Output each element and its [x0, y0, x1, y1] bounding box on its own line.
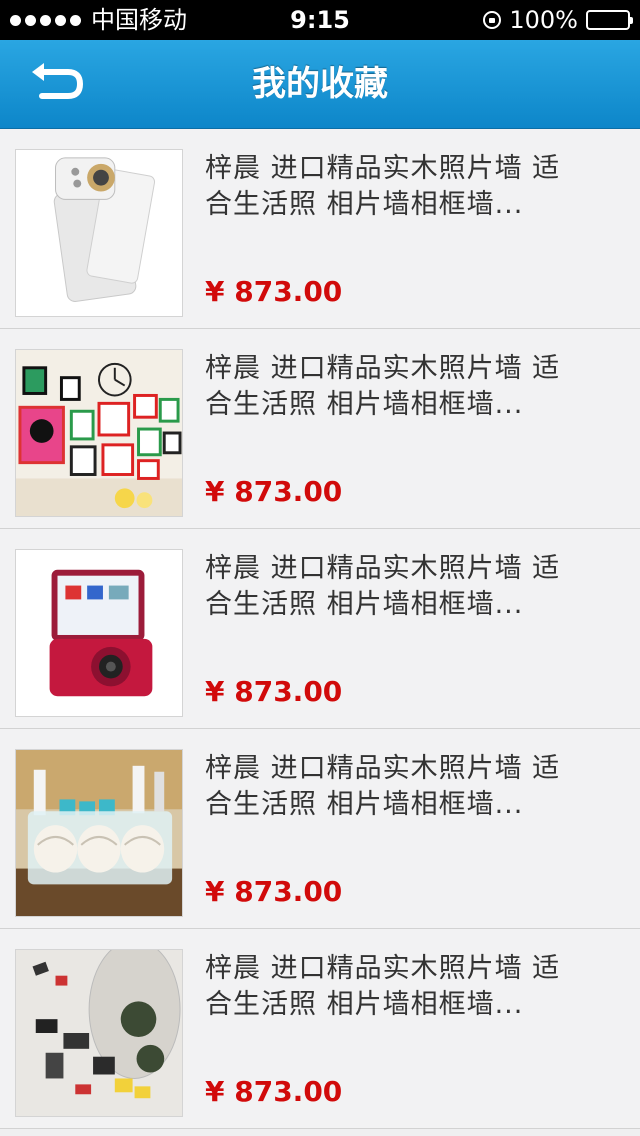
list-item[interactable]: 梓晨 进口精品实木照片墙 适 合生活照 相片墙相框墙... ¥ 873.00	[0, 729, 640, 929]
product-image	[15, 149, 183, 317]
rotation-lock-icon	[483, 11, 502, 29]
product-name: 梓晨 进口精品实木照片墙 适 合生活照 相片墙相框墙...	[205, 753, 561, 820]
product-image	[15, 349, 183, 517]
list-item[interactable]: 梓晨 进口精品实木照片墙 适 合生活照 相片墙相框墙... ¥ 873.00	[0, 929, 640, 1129]
list-item[interactable]: 梓晨 进口精品实木照片墙 适 合生活照 相片墙相框墙... ¥ 873.00	[0, 329, 640, 529]
product-image	[15, 749, 183, 917]
product-price: ¥ 873.00	[205, 475, 343, 508]
product-name: 梓晨 进口精品实木照片墙 适 合生活照 相片墙相框墙...	[205, 353, 561, 420]
list-item[interactable]: 梓晨 进口精品实木照片墙 适 合生活照 相片墙相框墙... ¥ 873.00	[0, 529, 640, 729]
list-item[interactable]: 梓晨 进口精品实木照片墙 适 合生活照 相片墙相框墙... ¥ 873.00	[0, 129, 640, 329]
battery-icon	[586, 10, 633, 30]
product-image	[15, 949, 183, 1117]
battery-percent: 100%	[509, 6, 578, 34]
product-price: ¥ 873.00	[205, 1075, 343, 1108]
product-name: 梓晨 进口精品实木照片墙 适 合生活照 相片墙相框墙...	[205, 553, 561, 620]
nav-bar: 我的收藏	[0, 40, 640, 129]
product-name: 梓晨 进口精品实木照片墙 适 合生活照 相片墙相框墙...	[205, 153, 561, 220]
product-price: ¥ 873.00	[205, 275, 343, 308]
product-price: ¥ 873.00	[205, 875, 343, 908]
status-right: 100%	[483, 0, 633, 40]
favorites-list: 梓晨 进口精品实木照片墙 适 合生活照 相片墙相框墙... ¥ 873.00 梓…	[0, 129, 640, 1129]
product-name: 梓晨 进口精品实木照片墙 适 合生活照 相片墙相框墙...	[205, 953, 561, 1020]
product-price: ¥ 873.00	[205, 675, 343, 708]
product-image	[15, 549, 183, 717]
page-title: 我的收藏	[252, 64, 388, 104]
status-bar: 中国移动 9:15 100%	[0, 0, 640, 40]
